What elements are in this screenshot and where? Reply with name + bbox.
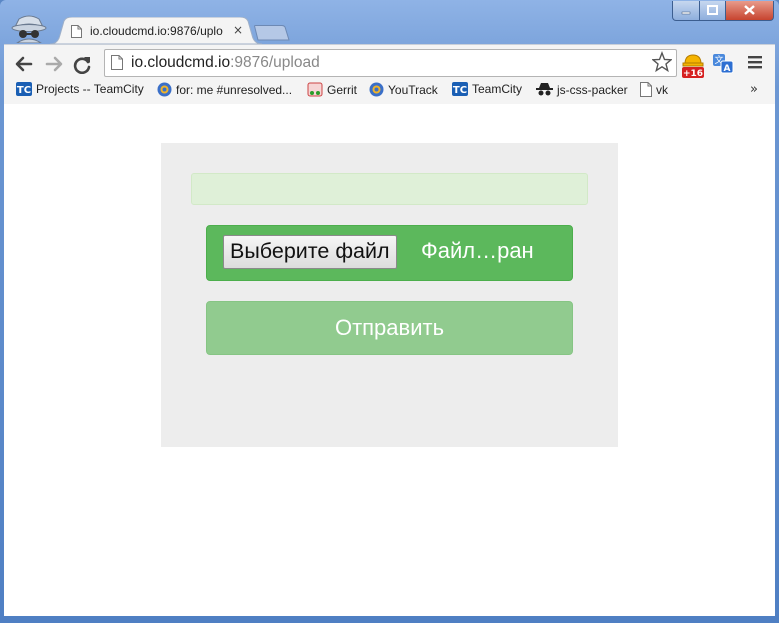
back-icon[interactable] [13, 54, 35, 74]
spy-icon [536, 83, 553, 96]
bookmark-label: Projects -- TeamCity [36, 82, 144, 96]
svg-text:TC: TC [453, 85, 467, 96]
address-bar[interactable]: io.cloudcmd.io:9876/upload [104, 49, 677, 77]
teamcity-icon: TC [16, 82, 32, 96]
bookmarks-overflow-button[interactable]: » [750, 82, 758, 97]
menu-icon[interactable] [747, 54, 763, 70]
bookmark-item[interactable]: vk [640, 82, 668, 97]
bookmark-item[interactable]: Gerrit [307, 82, 357, 97]
bookmark-label: TeamCity [472, 82, 523, 96]
submit-button[interactable]: Отправить [206, 301, 573, 355]
close-window-button[interactable] [725, 1, 774, 21]
forward-icon[interactable] [43, 54, 65, 74]
extension-badge: +16 [683, 69, 703, 78]
new-tab-button[interactable] [254, 25, 290, 41]
window-bottom-border [0, 616, 779, 623]
incognito-icon [11, 15, 47, 43]
browser-toolbar: io.cloudcmd.io:9876/upload +16 文 A TC Pr… [4, 44, 775, 105]
teamcity-icon: TC [452, 82, 468, 96]
minimize-button[interactable] [672, 1, 700, 21]
maximize-icon [707, 5, 718, 15]
file-status-text: Файл…ран [421, 238, 534, 263]
choose-file-button[interactable]: Выберите файл [223, 235, 397, 269]
tab-title: io.cloudcmd.io:9876/uplo [90, 24, 223, 38]
translate-icon[interactable]: 文 A [712, 53, 734, 75]
url-path: :9876/upload [230, 54, 320, 71]
bookmark-label: YouTrack [388, 82, 438, 97]
svg-text:TC: TC [17, 85, 31, 96]
bookmarks-bar: TC Projects -- TeamCity for: me #unresol… [4, 79, 775, 101]
bookmark-label: js-css-packer [557, 82, 628, 97]
youtrack-icon [369, 82, 384, 97]
bookmark-label: for: me #unresolved... [176, 82, 293, 97]
bookmark-star-icon[interactable] [652, 51, 672, 73]
bookmark-item[interactable]: for: me #unresolved... [157, 82, 292, 97]
bookmark-label: vk [656, 82, 668, 97]
page-icon [111, 55, 123, 70]
maximize-button[interactable] [699, 1, 726, 21]
upload-progress-bar [191, 173, 588, 205]
bookmark-item[interactable]: TC Projects -- TeamCity [16, 82, 144, 96]
page-icon [640, 82, 652, 97]
upload-panel: Выберите файл Файл…ран Отправить [161, 143, 618, 447]
url-text: io.cloudcmd.io:9876/upload [131, 54, 320, 72]
youtrack-icon [157, 82, 172, 97]
gerrit-icon [307, 82, 323, 97]
minimize-icon [681, 11, 691, 15]
extension-notifier-icon[interactable]: +16 [681, 52, 705, 78]
bookmark-label: Gerrit [327, 82, 357, 97]
svg-text:A: A [724, 64, 731, 74]
page-icon [71, 25, 82, 38]
bookmark-item[interactable]: js-css-packer [536, 82, 628, 97]
browser-window: io.cloudcmd.io:9876/uplo × io.cloudcmd.i… [0, 0, 779, 623]
tab-close-icon[interactable]: × [233, 23, 243, 37]
bookmark-item[interactable]: TC TeamCity [452, 82, 522, 96]
file-picker[interactable]: Выберите файл Файл…ран [206, 225, 573, 281]
reload-icon[interactable] [72, 54, 94, 74]
url-host: io.cloudcmd.io [131, 54, 231, 71]
close-icon [744, 5, 755, 15]
page-content: Выберите файл Файл…ран Отправить [4, 104, 775, 616]
bookmark-item[interactable]: YouTrack [369, 82, 438, 97]
